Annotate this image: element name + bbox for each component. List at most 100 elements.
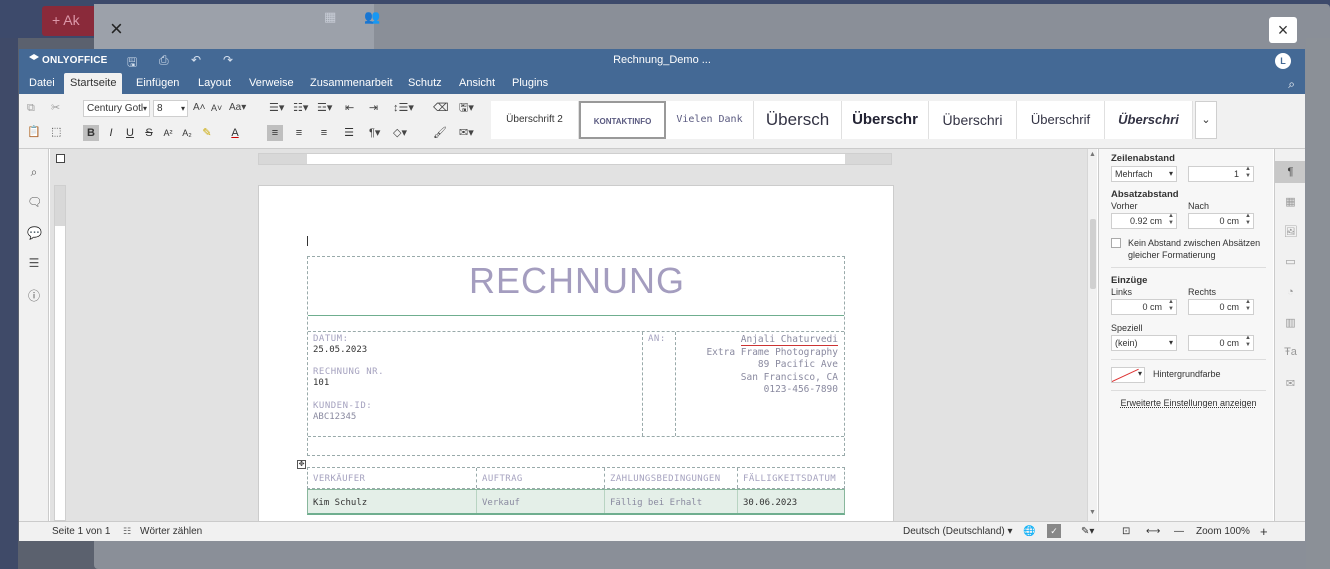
tab-startseite[interactable]: Startseite <box>64 73 123 94</box>
chart-settings-icon[interactable]: ▥ <box>1282 316 1299 329</box>
mail-merge-icon[interactable]: ✉▾ <box>459 125 474 141</box>
search-icon[interactable]: ⌕ <box>1288 77 1295 92</box>
line-spacing-value-input[interactable]: 1 ▲ ▼ <box>1188 166 1254 182</box>
background-color-picker[interactable]: ▾ <box>1111 367 1145 383</box>
doc-language-icon[interactable]: 🌐 <box>1023 526 1035 537</box>
bullet-list-icon[interactable]: ☰▾ <box>269 100 284 116</box>
fit-page-icon[interactable]: ⊡ <box>1122 526 1130 537</box>
tab-plugins[interactable]: Plugins <box>506 73 554 94</box>
tab-datei[interactable]: Datei <box>23 73 61 94</box>
word-count-icon[interactable]: ☷ <box>123 526 131 537</box>
spinner-icon[interactable]: ▲ ▼ <box>1168 213 1174 227</box>
spinner-icon[interactable]: ▲ ▼ <box>1245 166 1251 180</box>
invoice-title[interactable]: RECHNUNG <box>308 257 846 315</box>
paste-icon[interactable]: 📋 <box>27 124 41 140</box>
paragraph-settings-icon[interactable]: ¶ <box>1275 161 1305 183</box>
table-cell[interactable]: Fällig bei Erhalt <box>610 498 702 508</box>
style-ueberschrift-5[interactable]: Überschrif <box>1017 101 1105 139</box>
order-table[interactable]: ✥ VERKÄUFER AUFTRAG ZAHLUNGSBEDINGUNGEN … <box>297 460 845 517</box>
superscript-button[interactable]: A² <box>160 125 176 141</box>
header-footer-icon[interactable]: ▭ <box>1282 255 1299 268</box>
special-indent-select[interactable]: (kein) ▾ <box>1111 335 1177 351</box>
decrease-font-icon[interactable]: A˅ <box>211 100 222 116</box>
vertical-ruler[interactable] <box>54 185 66 521</box>
invoice-info-row[interactable]: DATUM: 25.05.2023 RECHNUNG NR. 101 KUNDE… <box>308 331 844 437</box>
spinner-icon[interactable]: ▲ ▼ <box>1245 213 1251 227</box>
style-ueberschrift-6[interactable]: Überschri <box>1105 101 1193 139</box>
scroll-down-icon[interactable]: ▼ <box>1089 509 1096 516</box>
zoom-level[interactable]: Zoom 100% <box>1196 526 1250 537</box>
spacing-before-input[interactable]: 0.92 cm ▲ ▼ <box>1111 213 1177 229</box>
recipient-city[interactable]: San Francisco, CA <box>706 372 838 385</box>
language-select[interactable]: Deutsch (Deutschland) ▾ <box>903 526 1013 537</box>
underline-button[interactable]: U <box>122 125 138 141</box>
copy-icon[interactable]: ⧉ <box>27 100 35 116</box>
table-header-row[interactable]: VERKÄUFER AUFTRAG ZAHLUNGSBEDINGUNGEN FÄ… <box>307 467 845 489</box>
spinner-icon[interactable]: ▲ ▼ <box>1245 299 1251 313</box>
vertical-scrollbar[interactable]: ▲ ▼ <box>1087 149 1097 521</box>
document-page[interactable]: RECHNUNG DATUM: 25.05.2023 RECHNUNG NR. … <box>258 185 894 521</box>
indent-left-input[interactable]: 0 cm ▲ ▼ <box>1111 299 1177 315</box>
justify-button[interactable]: ☰ <box>341 125 357 141</box>
invoice-header-table[interactable]: RECHNUNG DATUM: 25.05.2023 RECHNUNG NR. … <box>307 256 845 456</box>
increase-indent-icon[interactable]: ⇥ <box>369 100 378 116</box>
fit-width-icon[interactable]: ⟷ <box>1146 526 1160 537</box>
page-indicator[interactable]: Seite 1 von 1 <box>52 526 110 537</box>
font-name-select[interactable]: Century Gotl ▾ <box>83 100 150 117</box>
scroll-up-icon[interactable]: ▲ <box>1089 151 1096 158</box>
cut-icon[interactable]: ✂ <box>51 100 60 116</box>
tab-stop-selector[interactable] <box>56 154 65 163</box>
advanced-settings-link[interactable]: Erweiterte Einstellungen anzeigen <box>1111 398 1266 408</box>
style-kontaktinfo[interactable]: KONTAKTINFO <box>579 101 666 139</box>
recipient-company[interactable]: Extra Frame Photography <box>706 347 838 360</box>
track-changes-icon[interactable]: ✎▾ <box>1081 526 1094 537</box>
document-workspace[interactable]: RECHNUNG DATUM: 25.05.2023 RECHNUNG NR. … <box>50 149 1087 521</box>
text-art-icon[interactable]: Ŧa <box>1282 346 1299 358</box>
spellcheck-icon[interactable]: ✓ <box>1047 524 1061 538</box>
user-avatar[interactable]: L <box>1275 53 1291 69</box>
scrollbar-thumb[interactable] <box>1090 219 1096 289</box>
style-ueberschrift-1[interactable]: Übersch <box>754 101 842 139</box>
tab-schutz[interactable]: Schutz <box>402 73 448 94</box>
numbered-list-icon[interactable]: ☷▾ <box>293 100 308 116</box>
recipient-street[interactable]: 89 Pacific Ave <box>706 359 838 372</box>
tab-zusammenarbeit[interactable]: Zusammenarbeit <box>304 73 399 94</box>
search-icon[interactable]: ⌕ <box>27 165 41 180</box>
word-count-button[interactable]: Wörter zählen <box>140 526 202 537</box>
style-vielen-dank[interactable]: Vielen Dank <box>666 101 754 139</box>
table-settings-icon[interactable]: ▦ <box>1282 195 1299 208</box>
align-center-button[interactable]: ≡ <box>291 125 307 141</box>
tab-verweise[interactable]: Verweise <box>243 73 300 94</box>
mail-merge-icon[interactable]: ✉ <box>1282 377 1299 390</box>
tab-einfuegen[interactable]: Einfügen <box>130 73 185 94</box>
decrease-indent-icon[interactable]: ⇤ <box>345 100 354 116</box>
strikethrough-button[interactable]: S <box>141 125 157 141</box>
style-ueberschrift-3[interactable]: Überschr <box>842 101 929 139</box>
tab-layout[interactable]: Layout <box>192 73 237 94</box>
shape-settings-icon[interactable]: ◔ <box>1282 286 1299 298</box>
increase-font-icon[interactable]: A˄ <box>193 100 206 116</box>
change-case-icon[interactable]: Aa▾ <box>229 100 246 116</box>
navigation-icon[interactable]: ☰ <box>27 256 41 270</box>
multilevel-list-icon[interactable]: ☲▾ <box>317 100 332 116</box>
tab-ansicht[interactable]: Ansicht <box>453 73 501 94</box>
font-color-icon[interactable]: A <box>227 125 243 141</box>
style-ueberschrift-4[interactable]: Überschri <box>929 101 1017 139</box>
paragraph-marks-icon[interactable]: ¶▾ <box>369 125 380 141</box>
font-size-select[interactable]: 8 ▾ <box>153 100 188 117</box>
no-spacing-checkbox[interactable] <box>1111 238 1121 248</box>
select-all-icon[interactable]: ⬚ <box>51 124 61 140</box>
horizontal-ruler[interactable] <box>258 153 892 165</box>
modal-close-button[interactable]: × <box>1269 17 1297 43</box>
indent-right-input[interactable]: 0 cm ▲ ▼ <box>1188 299 1254 315</box>
table-move-handle-icon[interactable]: ✥ <box>297 460 306 469</box>
styles-more-button[interactable]: ⌄ <box>1195 101 1217 139</box>
line-spacing-mode-select[interactable]: Mehrfach ▾ <box>1111 166 1177 182</box>
italic-button[interactable]: I <box>103 125 119 141</box>
rechnung-nr-value[interactable]: 101 <box>313 378 329 388</box>
chat-icon[interactable]: 💬 <box>27 226 42 240</box>
comments-icon[interactable]: 🗨 <box>27 195 42 209</box>
recipient-phone[interactable]: 0123-456-7890 <box>706 384 838 397</box>
bold-button[interactable]: B <box>83 125 99 141</box>
align-left-button[interactable]: ≡ <box>267 125 283 141</box>
